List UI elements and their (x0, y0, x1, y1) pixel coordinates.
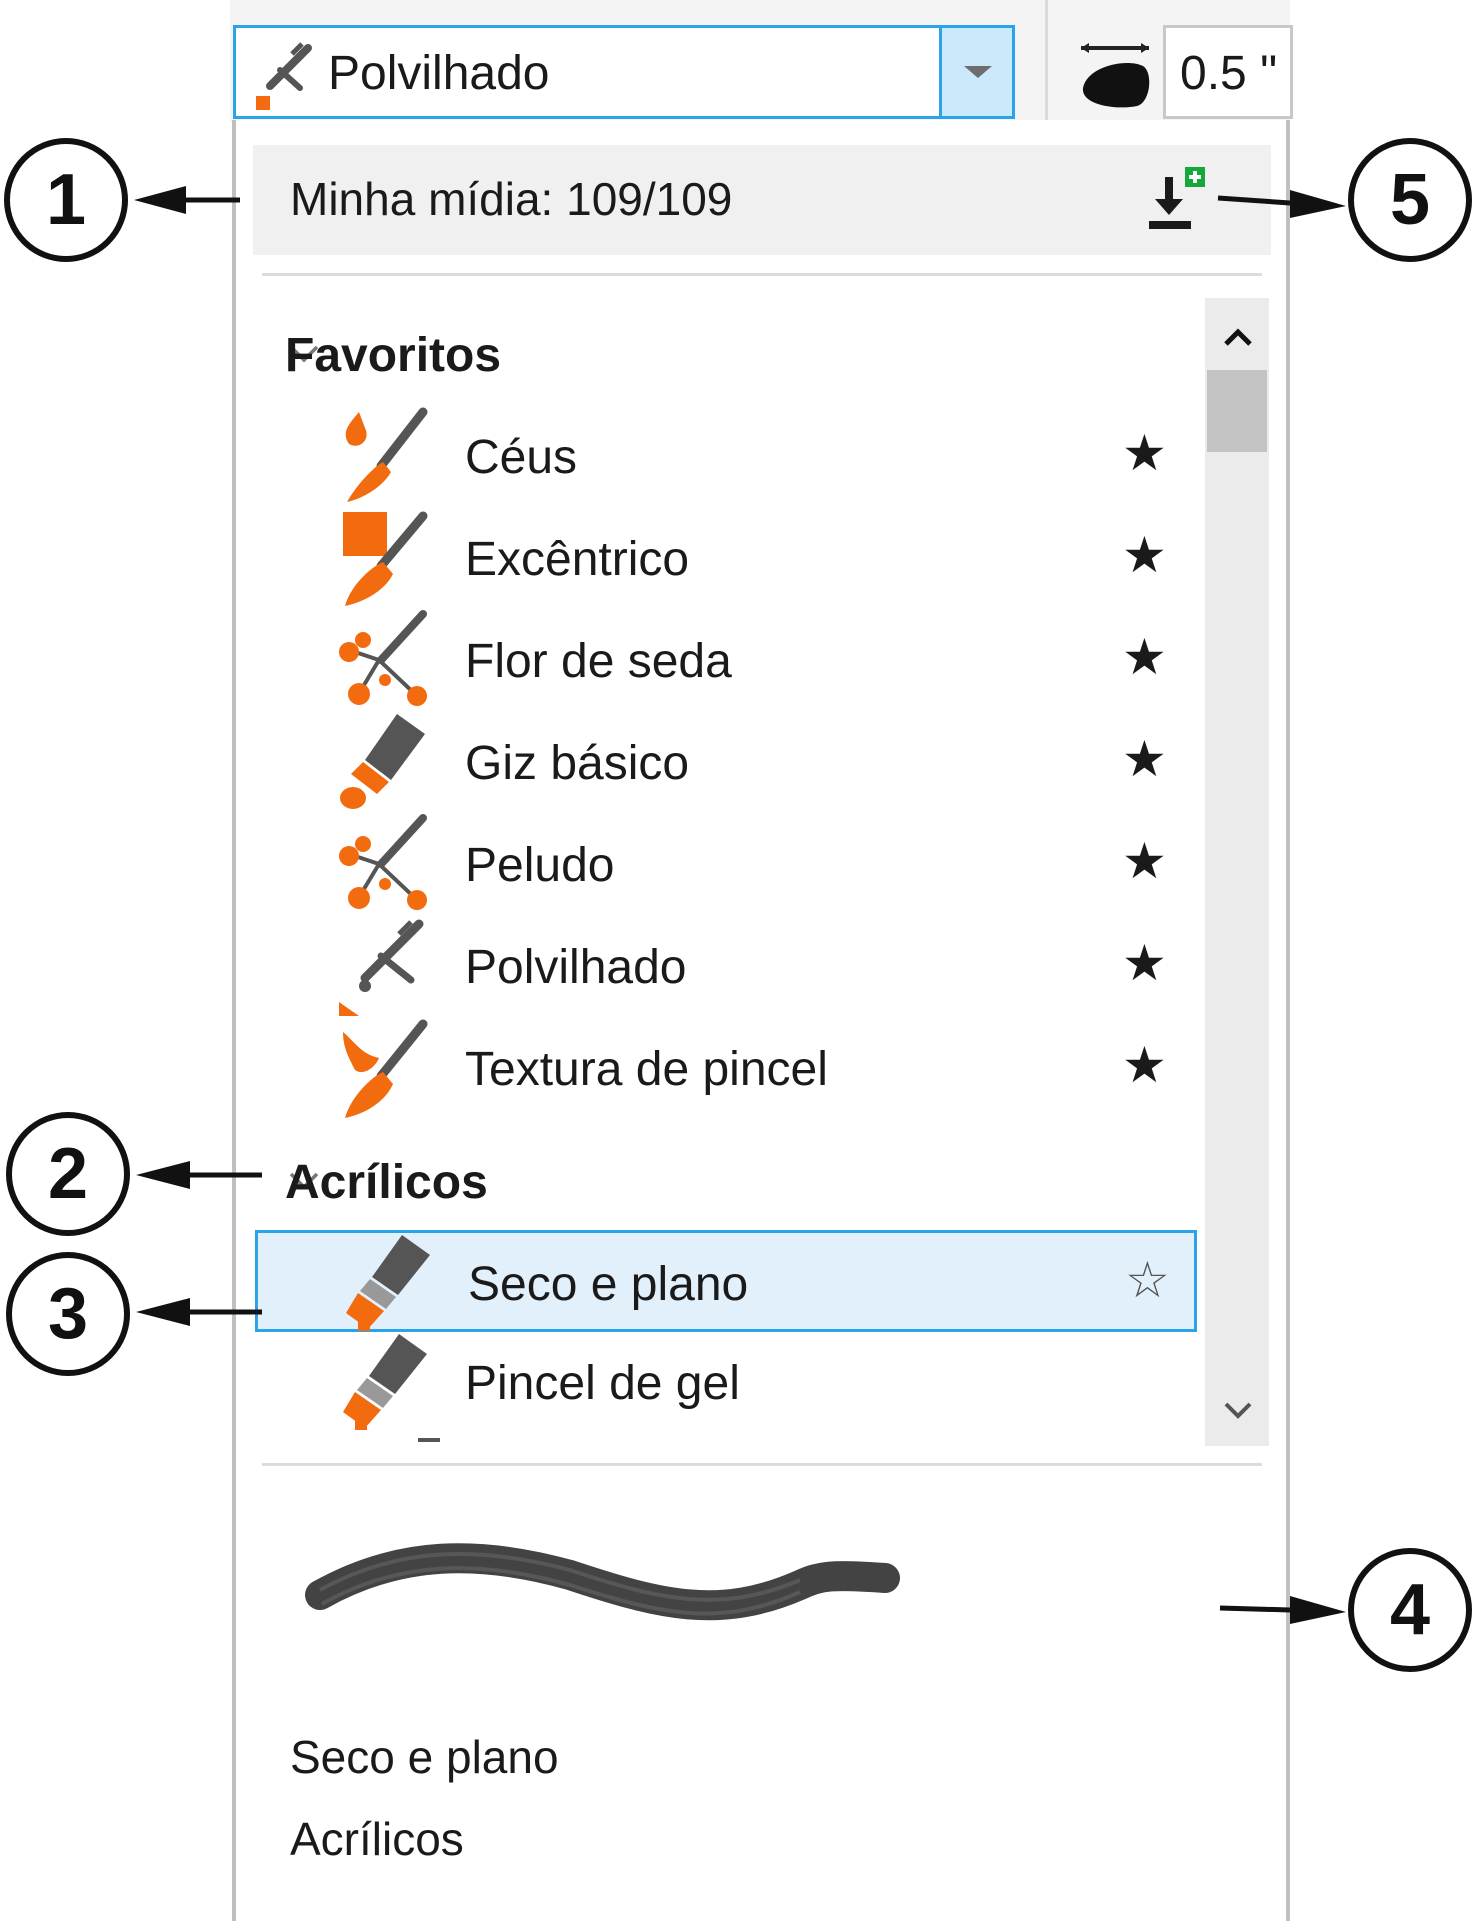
divider (262, 273, 1262, 276)
scrollbar-thumb[interactable] (1207, 370, 1267, 452)
star-icon[interactable]: ★ (1122, 1040, 1167, 1090)
callout-badge: 5 (1348, 138, 1472, 262)
list-item-label: Céus (465, 431, 578, 484)
list-item-label: Polvilhado (465, 941, 687, 994)
list-item-selected[interactable]: Seco e plano ☆ (255, 1230, 1197, 1332)
vertical-scrollbar[interactable] (1205, 298, 1269, 1446)
preview-brush-name: Seco e plano (290, 1731, 559, 1783)
sprinkle-brush-icon (339, 919, 424, 1016)
list-item-label: Flor de seda (465, 635, 732, 688)
scroll-up-icon[interactable] (1218, 322, 1258, 352)
list-item[interactable]: Giz básico ★ (255, 712, 1197, 814)
list-item-label: Peludo (465, 839, 615, 892)
list-item[interactable]: Polvilhado ★ (255, 916, 1197, 1018)
chalk-brush-icon (340, 714, 425, 809)
brush-stroke-preview (305, 1543, 900, 1621)
particle-brush-icon (339, 814, 427, 910)
water-drop-brush-icon (345, 407, 428, 502)
import-icon[interactable] (1145, 165, 1207, 235)
star-outline-icon[interactable]: ☆ (1125, 1255, 1170, 1305)
callout-badge: 3 (6, 1252, 130, 1376)
shape-brush-icon (343, 511, 428, 606)
list-item-label: Giz básico (465, 737, 690, 790)
flat-brush-icon (343, 1334, 427, 1430)
list-item[interactable]: Peludo ★ (255, 814, 1197, 916)
list-item[interactable]: Céus ★ (255, 406, 1197, 508)
toolbar-divider (1045, 0, 1048, 122)
star-icon[interactable]: ★ (1122, 938, 1167, 988)
star-icon[interactable]: ★ (1122, 632, 1167, 682)
my-media-count: Minha mídia: 109/109 (290, 173, 733, 225)
nib-size-input[interactable]: 0.5 " (1163, 25, 1293, 119)
group-header-favorites[interactable]: Favoritos (285, 328, 501, 383)
callout-badge: 1 (4, 138, 128, 262)
callout-badge: 4 (1348, 1548, 1472, 1672)
chevron-down-icon (964, 66, 992, 78)
star-icon[interactable]: ★ (1122, 428, 1167, 478)
list-item-label: Seco e plano (468, 1258, 749, 1311)
star-icon[interactable]: ★ (1122, 836, 1167, 886)
divider (262, 1463, 1262, 1466)
brush-category-dropdown[interactable]: Polvilhado (233, 25, 1015, 119)
texture-brush-icon (343, 1019, 428, 1118)
list-item[interactable]: Excêntrico ★ (255, 508, 1197, 610)
list-item-label: Excêntrico (465, 533, 690, 586)
group-header-acrylics[interactable]: Acrílicos (285, 1155, 488, 1210)
list-item[interactable]: Flor de seda ★ (255, 610, 1197, 712)
nib-size-value: 0.5 " (1180, 47, 1278, 100)
next-item-peek (418, 1438, 440, 1442)
star-icon[interactable]: ★ (1122, 734, 1167, 784)
list-item-label: Pincel de gel (465, 1357, 740, 1410)
brush-selector-value: Polvilhado (328, 47, 550, 100)
preview-brush-category: Acrílicos (290, 1813, 464, 1865)
particle-brush-icon (339, 610, 427, 706)
list-item[interactable]: Pincel de gel (255, 1332, 1197, 1434)
dropdown-arrow-button[interactable] (939, 28, 1012, 116)
list-item[interactable]: Textura de pincel ★ (255, 1018, 1197, 1120)
nib-size-icon (1081, 43, 1150, 108)
scroll-down-icon[interactable] (1218, 1396, 1258, 1426)
callout-badge: 2 (6, 1112, 130, 1236)
list-item-label: Textura de pincel (465, 1043, 828, 1096)
sprinkle-brush-icon (256, 42, 312, 110)
star-icon[interactable]: ★ (1122, 530, 1167, 580)
flat-brush-icon (346, 1235, 430, 1331)
